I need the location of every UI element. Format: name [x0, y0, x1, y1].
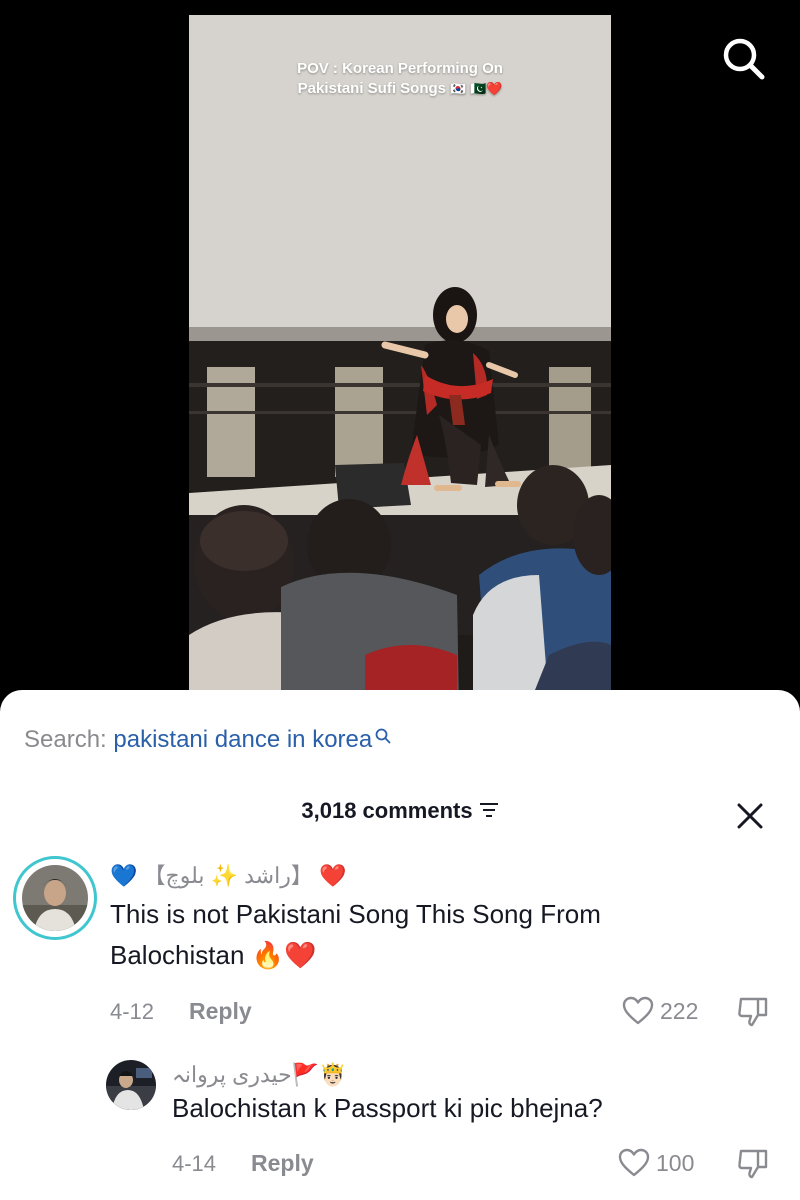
search-suggestion-query[interactable]: pakistani dance in korea [113, 726, 372, 753]
search-suggestion-prefix: Search: [24, 726, 107, 753]
video-frame[interactable]: POV : Korean Performing On Pakistani Suf… [189, 15, 611, 705]
search-icon [723, 38, 765, 80]
reply-button[interactable]: Reply [251, 1150, 314, 1177]
video-caption-line-1: POV : Korean Performing On [297, 60, 503, 77]
heart-icon [618, 1148, 650, 1177]
video-player[interactable]: POV : Korean Performing On Pakistani Suf… [0, 0, 800, 720]
comment-username[interactable]: حیدری پروانہ🚩🤴🏻 [172, 1062, 347, 1088]
comment-count: 3,018 comments [301, 798, 473, 823]
avatar[interactable] [22, 865, 88, 931]
dislike-button[interactable] [736, 1148, 770, 1185]
dislike-button[interactable] [736, 996, 770, 1033]
comment-date: 4-12 [110, 999, 155, 1024]
comment-item: 💙 【راشد ✨ بلوچ】 ❤️ This is not Pakistani… [0, 850, 800, 1040]
comment-date: 4-14 [172, 1151, 217, 1176]
video-caption-emoji: 🇰🇷 🇵🇰❤️ [450, 81, 503, 96]
like-count: 100 [656, 1149, 695, 1176]
comment-text: Balochistan k Passport ki pic bhejna? [172, 1093, 603, 1123]
comment-reply-item: حیدری پروانہ🚩🤴🏻 Balochistan k Passport k… [0, 1052, 800, 1200]
comments-sheet: Search: pakistani dance in korea 3,018 c… [0, 690, 800, 1200]
comments-header: 3,018 comments [0, 798, 800, 824]
like-button[interactable]: 100 [618, 1148, 694, 1178]
search-button[interactable] [718, 33, 770, 85]
thumbs-down-icon [738, 1149, 768, 1179]
search-icon [374, 724, 392, 752]
avatar[interactable] [106, 1060, 156, 1110]
video-caption: POV : Korean Performing On Pakistani Suf… [189, 59, 611, 99]
comment-username[interactable]: 💙 【راشد ✨ بلوچ】 ❤️ [110, 858, 346, 890]
like-count: 222 [660, 997, 699, 1024]
thumbs-down-icon [738, 997, 768, 1027]
close-icon [737, 803, 763, 829]
reply-button[interactable]: Reply [189, 998, 252, 1025]
close-button[interactable] [734, 800, 766, 832]
comment-text: This is not Pakistani Song This Song Fro… [110, 899, 601, 970]
sort-icon[interactable] [479, 798, 499, 824]
video-caption-line-2: Pakistani Sufi Songs [297, 80, 447, 97]
video-scene-illustration [189, 15, 611, 705]
like-button[interactable]: 222 [622, 996, 698, 1026]
heart-icon [622, 996, 654, 1025]
search-suggestion[interactable]: Search: pakistani dance in korea [24, 726, 392, 754]
